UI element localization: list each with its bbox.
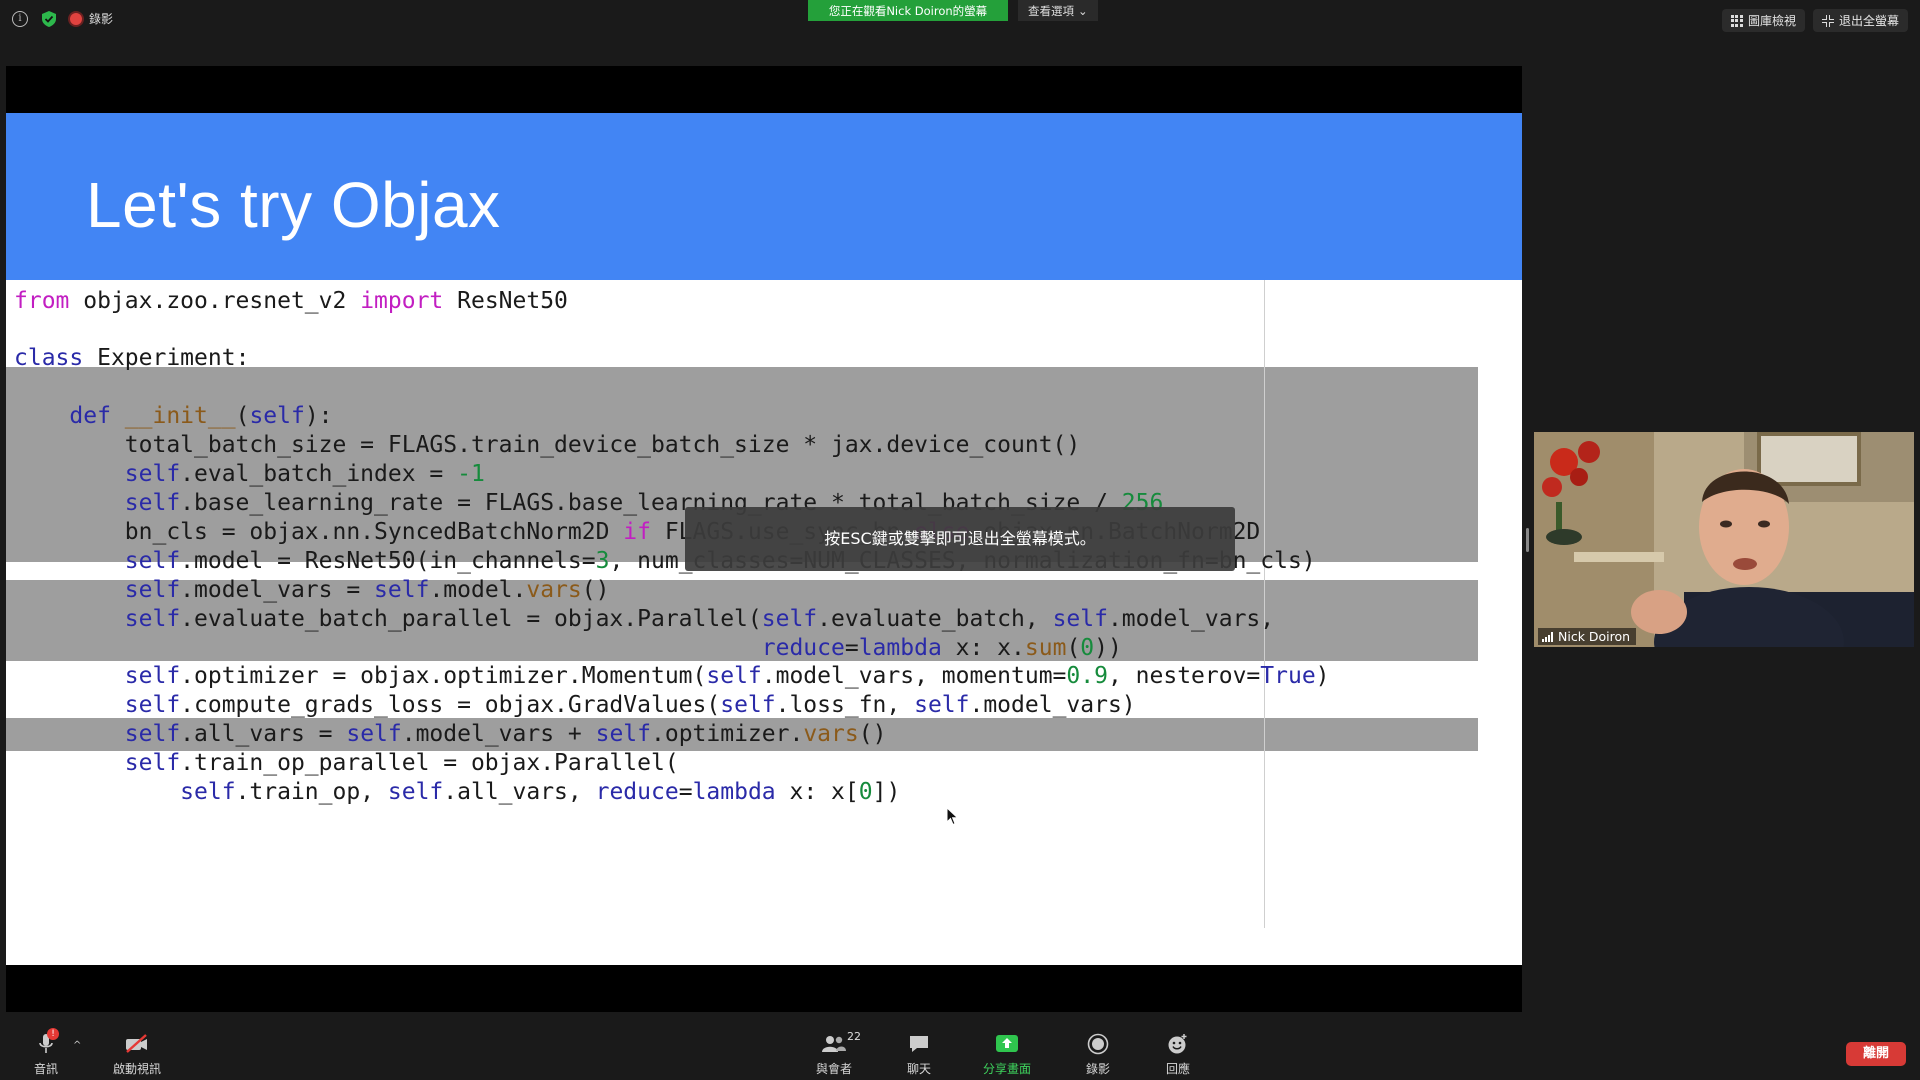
code-line: self.train_op_parallel = objax.Parallel(: [124, 750, 679, 776]
shield-check-icon[interactable]: [42, 10, 56, 27]
meeting-toolbar: ! 音訊: [0, 1026, 1920, 1080]
view-options-button[interactable]: 查看選項 ⌄: [1018, 0, 1098, 21]
code-line: self.optimizer = objax.optimizer.Momentu…: [124, 663, 1330, 689]
slide-title: Let's try Objax: [86, 169, 501, 241]
participants-icon: 22: [821, 1030, 861, 1056]
participants-button[interactable]: 22 與會者: [816, 1030, 861, 1077]
gallery-view-button[interactable]: 圖庫檢視: [1721, 9, 1805, 32]
participants-label: 與會者: [816, 1062, 853, 1076]
participant-name-label: Nick Doiron: [1538, 628, 1637, 645]
record-button[interactable]: 錄影: [1085, 1032, 1111, 1077]
code-line: reduce=lambda x: x.sum(0)): [761, 635, 1122, 661]
code-line: total_batch_size = FLAGS.train_device_ba…: [14, 432, 1081, 458]
chat-label: 聊天: [906, 1062, 931, 1076]
reactions-icon: [1165, 1032, 1191, 1056]
exit-fullscreen-button[interactable]: 退出全螢幕: [1812, 9, 1908, 32]
leave-meeting-button[interactable]: 離開: [1846, 1042, 1906, 1066]
participants-count: 22: [847, 1030, 861, 1043]
screen-share-status: 您正在觀看Nick Doiron的螢幕 查看選項 ⌄: [808, 0, 1098, 21]
recording-dot-icon: [70, 12, 82, 25]
code-line: from objax.zoo.resnet_v2 import ResNet50: [14, 288, 568, 314]
share-screen-label: 分享畫面: [983, 1062, 1032, 1076]
share-screen-icon: [994, 1032, 1020, 1056]
code-block: from objax.zoo.resnet_v2 import ResNet50…: [6, 280, 1522, 928]
view-controls: 圖庫檢視 退出全螢幕: [1721, 9, 1908, 32]
record-icon: [1085, 1032, 1111, 1056]
meeting-top-bar: i 錄影 您正在觀看Nick Doiron的螢幕 查看選項 ⌄ 圖庫檢視 退出全…: [0, 0, 1920, 40]
code-line: self.compute_grads_loss = objax.GradValu…: [124, 692, 1136, 718]
audio-options-caret-icon[interactable]: ^: [73, 1040, 81, 1051]
chat-icon: [906, 1032, 932, 1056]
participant-video-tile[interactable]: Nick Doiron: [1534, 432, 1914, 647]
view-options-label: 查看選項: [1028, 3, 1074, 18]
start-video-button[interactable]: 啟動視訊: [113, 1032, 161, 1077]
exit-fullscreen-label: 退出全螢幕: [1838, 14, 1899, 28]
info-icon[interactable]: i: [12, 10, 28, 27]
exit-fullscreen-icon: [1821, 14, 1834, 27]
gallery-view-label: 圖庫檢視: [1747, 14, 1796, 28]
recording-indicator[interactable]: 錄影: [70, 10, 113, 27]
chevron-down-icon: ⌄: [1078, 3, 1088, 18]
recording-label: 錄影: [89, 12, 114, 26]
code-line: self.eval_batch_index = -1: [124, 461, 485, 487]
code-line: self.evaluate_batch_parallel = objax.Par…: [124, 606, 1275, 632]
audio-button[interactable]: ! 音訊: [33, 1028, 59, 1077]
video-panel-drag-handle[interactable]: [1526, 528, 1529, 552]
reactions-button[interactable]: 回應: [1165, 1032, 1191, 1077]
share-screen-button[interactable]: 分享畫面: [983, 1032, 1031, 1077]
code-line: self.all_vars = self.model_vars + self.o…: [124, 721, 887, 747]
video-off-icon: [124, 1032, 150, 1056]
code-line: self.train_op, self.all_vars, reduce=lam…: [180, 779, 901, 805]
microphone-icon: !: [33, 1028, 59, 1056]
code-line: def __init__(self):: [69, 403, 333, 429]
slide-header: Let's try Objax: [6, 113, 1522, 280]
chat-button[interactable]: 聊天: [906, 1032, 932, 1077]
meeting-status-group: i 錄影: [12, 10, 113, 27]
start-video-label: 啟動視訊: [113, 1062, 162, 1076]
record-label: 錄影: [1085, 1062, 1110, 1076]
mouse-cursor-icon: [947, 808, 959, 826]
participant-video-frame: [1534, 432, 1914, 647]
grid-icon: [1730, 14, 1743, 27]
exit-fullscreen-toast: 按ESC鍵或雙擊即可退出全螢幕模式。: [685, 507, 1235, 571]
participant-name: Nick Doiron: [1558, 629, 1631, 644]
signal-strength-icon: [1542, 631, 1553, 642]
viewing-screen-badge: 您正在觀看Nick Doiron的螢幕: [808, 0, 1008, 21]
code-line: class Experiment:: [14, 345, 250, 371]
audio-warning-badge: !: [47, 1028, 59, 1040]
code-line: self.model_vars = self.model.vars(): [124, 577, 610, 603]
reactions-label: 回應: [1165, 1062, 1190, 1076]
audio-label: 音訊: [33, 1062, 58, 1076]
